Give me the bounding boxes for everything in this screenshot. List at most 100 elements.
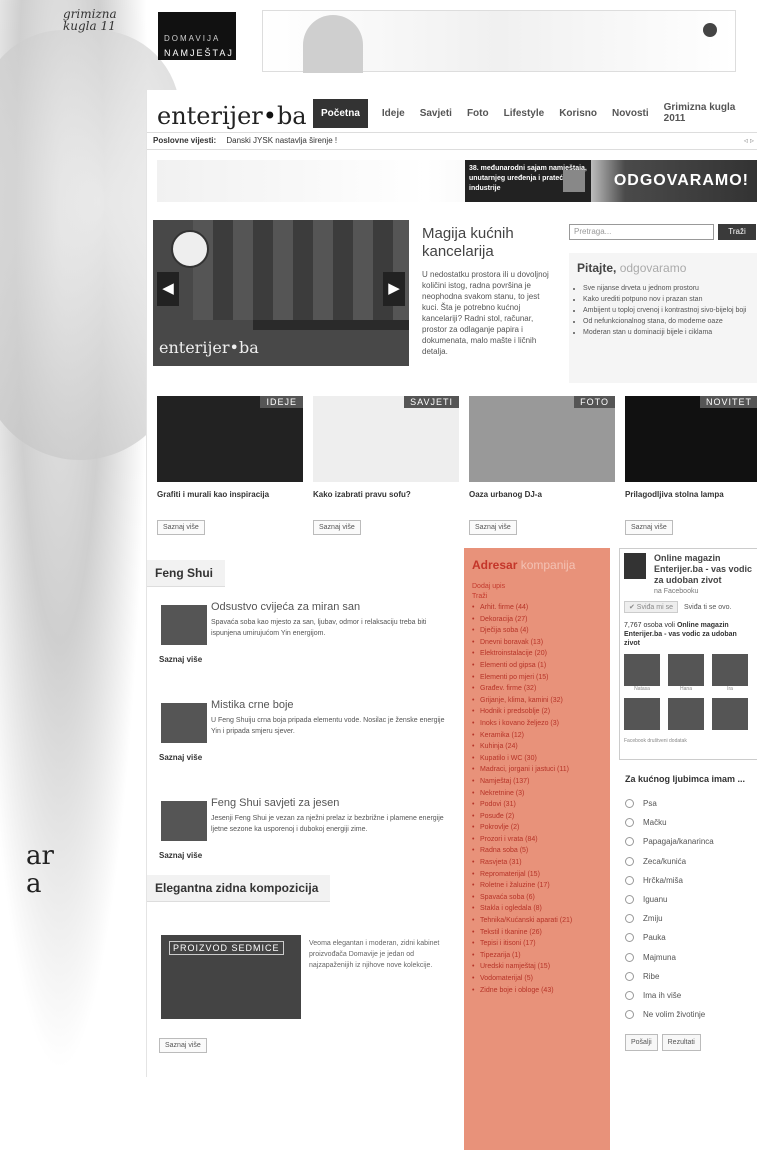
more-button[interactable]: Saznaj više: [313, 520, 361, 535]
fan[interactable]: Ira: [712, 654, 748, 692]
fb-plugin-label[interactable]: Facebook društveni dodatak: [624, 738, 753, 744]
directory-item[interactable]: Elementi od gipsa (1): [472, 660, 602, 672]
nav-lifestyle[interactable]: Lifestyle: [504, 108, 545, 119]
directory-item[interactable]: Posuđe (2): [472, 811, 602, 823]
directory-item[interactable]: Grijanje, klima, kamini (32): [472, 695, 602, 707]
category-title[interactable]: Oaza urbanog DJ-a: [469, 490, 615, 512]
search-button[interactable]: Traži: [718, 224, 756, 240]
results-button[interactable]: Rezultati: [661, 1034, 701, 1052]
article-title[interactable]: Feng Shui savjeti za jesen: [211, 797, 339, 809]
directory-item[interactable]: Dekoracija (27): [472, 614, 602, 626]
category-image[interactable]: NOVITET: [625, 396, 757, 482]
more-button[interactable]: Saznaj više: [469, 520, 517, 535]
next-arrow-icon[interactable]: ▶: [383, 272, 405, 306]
directory-item[interactable]: Repromaterijal (15): [472, 869, 602, 881]
radio-icon[interactable]: [625, 1010, 634, 1020]
ask-item[interactable]: Ambijent u toploj crvenoj i kontrastnoj …: [583, 305, 757, 316]
news-link[interactable]: Danski JYSK nastavlja širenje !: [226, 136, 337, 145]
poll-option[interactable]: Zeca/kunića: [625, 852, 752, 871]
directory-item[interactable]: Kuhinja (24): [472, 741, 602, 753]
nav-foto[interactable]: Foto: [467, 108, 489, 119]
directory-item[interactable]: Keramika (12): [472, 730, 602, 742]
like-button[interactable]: ✔ Sviđa mi se: [624, 601, 678, 613]
news-arrows-icon[interactable]: ◃ ▹: [744, 136, 754, 145]
feature-title[interactable]: Magija kućnih kancelarija: [422, 225, 552, 261]
site-logo[interactable]: enterijer•ba: [157, 102, 307, 130]
poll-option[interactable]: Zmiju: [625, 909, 752, 928]
directory-item[interactable]: Dnevni boravak (13): [472, 637, 602, 649]
directory-item[interactable]: Pokrovlje (2): [472, 822, 602, 834]
radio-icon[interactable]: [625, 952, 634, 962]
submit-button[interactable]: Pošalji: [625, 1034, 658, 1052]
nav-savjeti[interactable]: Savjeti: [420, 108, 452, 119]
nav-korisno[interactable]: Korisno: [559, 108, 597, 119]
directory-item[interactable]: Spavaća soba (6): [472, 892, 602, 904]
directory-item[interactable]: Podovi (31): [472, 799, 602, 811]
radio-icon[interactable]: [625, 837, 634, 847]
directory-item[interactable]: Inoks i kovano željezo (3): [472, 718, 602, 730]
directory-item[interactable]: Tipezarija (1): [472, 950, 602, 962]
nav-pocetna[interactable]: Početna: [313, 98, 368, 128]
add-entry-link[interactable]: Dodaj upis: [472, 582, 602, 592]
directory-item[interactable]: Arhit. firme (44): [472, 602, 602, 614]
promo-cta[interactable]: ODGOVARAMO!: [614, 172, 749, 190]
poll-option[interactable]: Mačku: [625, 813, 752, 832]
category-image[interactable]: FOTO: [469, 396, 615, 482]
poll-option[interactable]: Ima ih više: [625, 986, 752, 1005]
directory-search-link[interactable]: Traži: [472, 592, 602, 602]
page-avatar[interactable]: [624, 553, 646, 579]
nav-novosti[interactable]: Novosti: [612, 108, 649, 119]
prev-arrow-icon[interactable]: ◀: [157, 272, 179, 306]
directory-item[interactable]: Nekretnine (3): [472, 788, 602, 800]
fan[interactable]: [712, 698, 748, 730]
promo-banner[interactable]: 38. međunarodni sajam namještaja, unutar…: [157, 160, 757, 202]
radio-icon[interactable]: [625, 914, 634, 924]
fan[interactable]: Natasa: [624, 654, 660, 692]
category-title[interactable]: Prilagodljiva stolna lampa: [625, 490, 757, 512]
directory-item[interactable]: Namještaj (137): [472, 776, 602, 788]
more-link[interactable]: Saznaj više: [159, 851, 202, 860]
directory-item[interactable]: Radna soba (5): [472, 845, 602, 857]
ask-item[interactable]: Moderan stan u dominaciji bijele i cikla…: [583, 327, 757, 338]
more-button[interactable]: Saznaj više: [157, 520, 205, 535]
category-image[interactable]: IDEJE: [157, 396, 303, 482]
category-title[interactable]: Kako izabrati pravu sofu?: [313, 490, 459, 512]
radio-icon[interactable]: [625, 799, 634, 809]
more-button[interactable]: Saznaj više: [625, 520, 673, 535]
directory-item[interactable]: Tehnika/Kućanski aparati (21): [472, 915, 602, 927]
feature-slider[interactable]: enterijer•ba ◀ ▶: [153, 220, 409, 366]
directory-item[interactable]: Stakla i ogledala (8): [472, 903, 602, 915]
radio-icon[interactable]: [625, 933, 634, 943]
radio-icon[interactable]: [625, 895, 634, 905]
fan[interactable]: Hana: [668, 654, 704, 692]
nav-grimizna-kugla[interactable]: Grimizna kugla 2011: [664, 102, 742, 124]
nav-ideje[interactable]: Ideje: [382, 108, 405, 119]
ask-item[interactable]: Sve nijanse drveta u jednom prostoru: [583, 283, 757, 294]
category-title[interactable]: Grafiti i murali kao inspiracija: [157, 490, 303, 512]
article-thumb[interactable]: [161, 605, 207, 645]
radio-icon[interactable]: [625, 875, 634, 885]
more-link[interactable]: Saznaj više: [159, 753, 202, 762]
radio-icon[interactable]: [625, 818, 634, 828]
directory-item[interactable]: Zidne boje i obloge (43): [472, 985, 602, 997]
directory-item[interactable]: Dječija soba (4): [472, 625, 602, 637]
directory-item[interactable]: Roletne i žaluzine (17): [472, 880, 602, 892]
fair-ad[interactable]: 38. međunarodni sajam namještaja, unutar…: [465, 160, 591, 202]
poll-option[interactable]: Ne volim životinje: [625, 1005, 752, 1024]
directory-item[interactable]: Madraci, jorgani i jastuci (11): [472, 764, 602, 776]
more-link[interactable]: Saznaj više: [159, 655, 202, 664]
directory-item[interactable]: Prozori i vrata (84): [472, 834, 602, 846]
directory-item[interactable]: Hodnik i predsoblje (2): [472, 706, 602, 718]
directory-item[interactable]: Rasvjeta (31): [472, 857, 602, 869]
radio-icon[interactable]: [625, 990, 634, 1000]
more-button[interactable]: Saznaj više: [159, 1038, 207, 1053]
top-ad-banner[interactable]: [262, 10, 736, 73]
directory-item[interactable]: Građev. firme (32): [472, 683, 602, 695]
search-input[interactable]: Pretraga...: [569, 224, 714, 240]
directory-item[interactable]: Uredski namještaj (15): [472, 961, 602, 973]
directory-item[interactable]: Elementi po mjeri (15): [472, 672, 602, 684]
product-image[interactable]: PROIZVOD SEDMICE: [161, 935, 301, 1019]
directory-item[interactable]: Tekstil i tkanine (26): [472, 927, 602, 939]
poll-option[interactable]: Pauka: [625, 928, 752, 947]
directory-item[interactable]: Vodomaterijal (5): [472, 973, 602, 985]
